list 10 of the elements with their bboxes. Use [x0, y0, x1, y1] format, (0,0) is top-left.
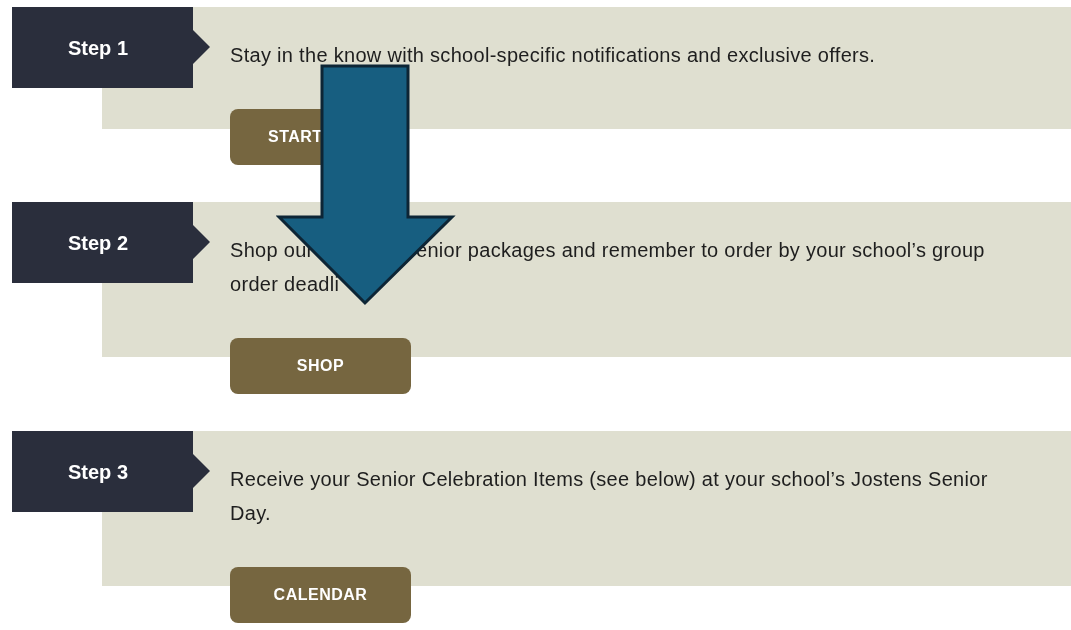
- step-button[interactable]: CALENDAR: [230, 567, 411, 623]
- step-button[interactable]: SHOP: [230, 338, 411, 394]
- step-text: order deadli: [230, 273, 340, 295]
- step-label: Step 3: [12, 431, 210, 512]
- step-text: Stay in the know with school-specific notifications and exclusive offers.: [230, 44, 876, 66]
- step-text: Day.: [230, 502, 271, 524]
- step-text: Receive your Senior Celebration Items (see below) at your school’s Jostens Senior: [230, 468, 988, 490]
- step-label: Step 2: [12, 202, 210, 283]
- step-label: Step 1: [12, 7, 210, 88]
- step-button[interactable]: START: [230, 109, 323, 165]
